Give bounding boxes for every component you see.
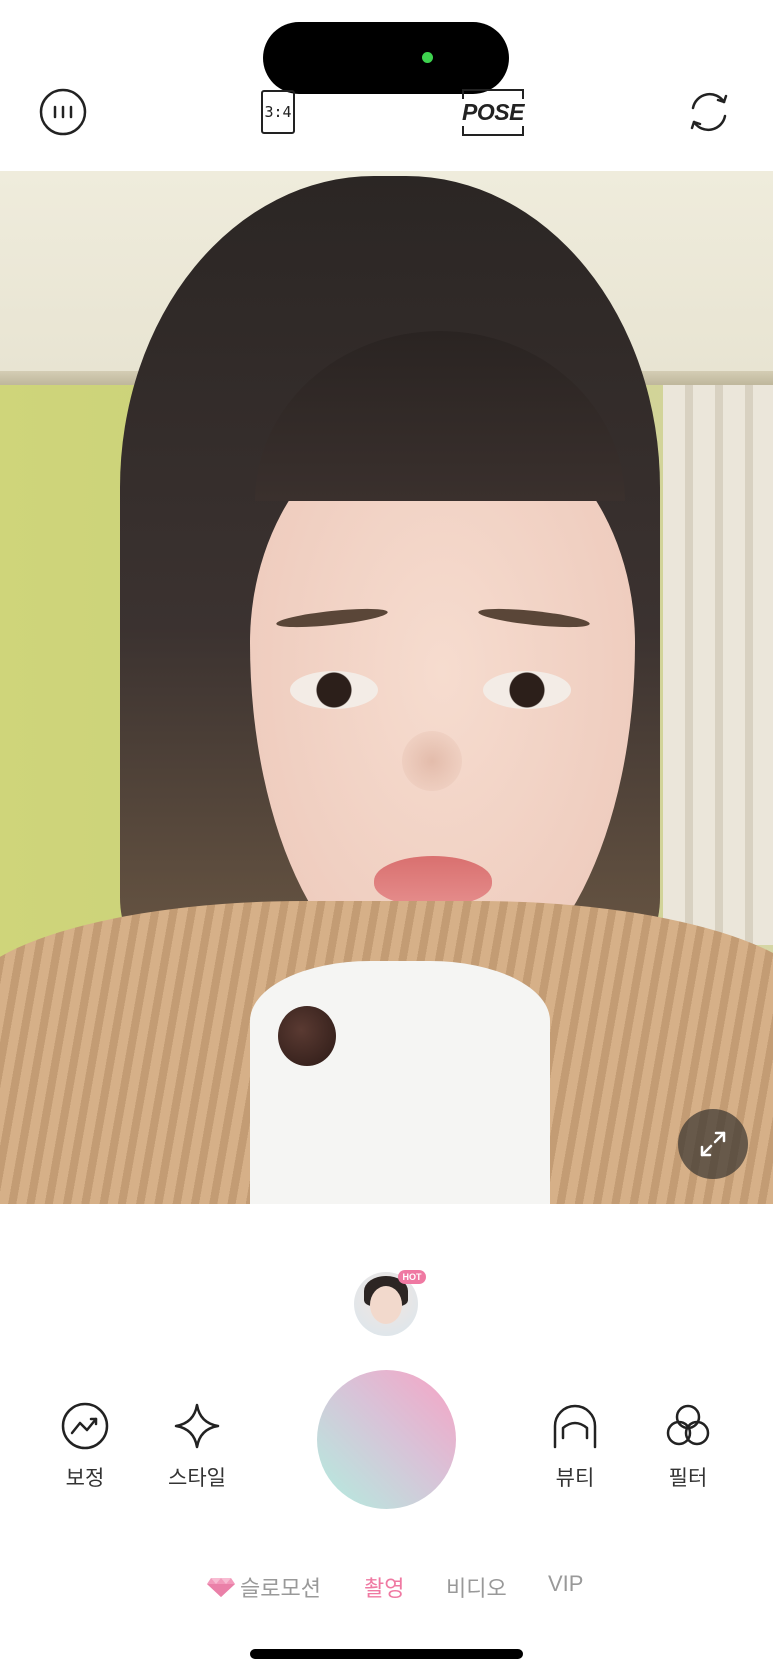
camera-preview[interactable] (0, 171, 773, 1204)
beauty-label: 뷰티 (555, 1466, 595, 1490)
shutter-button[interactable] (317, 1370, 456, 1509)
subject-lips (374, 856, 492, 906)
camera-switch-button[interactable] (680, 84, 738, 140)
retouch-icon (61, 1402, 109, 1450)
vip-gem-icon (207, 1578, 235, 1597)
menu-icon (39, 88, 87, 136)
sticker-thumbnail-face (370, 1286, 402, 1324)
hot-badge: HOT (398, 1270, 426, 1284)
style-label: 스타일 (168, 1466, 226, 1490)
pose-button[interactable]: POSE (460, 84, 526, 140)
tab-vip[interactable]: VIP (548, 1571, 583, 1597)
edit-button[interactable]: 보정 (40, 1396, 130, 1492)
tab-slow-motion-label: 슬로모션 (240, 1577, 321, 1602)
home-indicator[interactable] (250, 1649, 523, 1659)
subject-eye (290, 671, 378, 709)
subject-nose (402, 731, 462, 791)
sweater-button (278, 1006, 336, 1066)
tab-photo[interactable]: 촬영 (364, 1571, 404, 1603)
subject-eye (483, 671, 571, 709)
aspect-ratio-button[interactable]: 3:4 (254, 84, 302, 140)
sparkle-icon (174, 1403, 220, 1449)
beauty-face-icon (553, 1404, 597, 1449)
fullscreen-button[interactable] (678, 1109, 748, 1179)
pose-label: POSE (460, 88, 526, 136)
menu-button[interactable] (35, 84, 91, 140)
edit-label: 보정 (65, 1466, 105, 1490)
aspect-ratio-label: 3:4 (261, 90, 295, 134)
filter-label: 필터 (668, 1466, 708, 1490)
style-button[interactable]: 스타일 (152, 1396, 242, 1492)
subject-tshirt (250, 961, 550, 1204)
background-curtain (663, 385, 773, 945)
mode-tabs: 슬로모션 촬영 비디오 VIP (0, 1571, 773, 1611)
camera-switch-icon (690, 92, 728, 132)
filter-icon (666, 1404, 710, 1446)
camera-in-use-indicator (422, 52, 433, 63)
expand-icon (700, 1131, 726, 1157)
beauty-button[interactable]: 뷰티 (530, 1396, 620, 1492)
filter-button[interactable]: 필터 (643, 1396, 733, 1492)
tab-slow-motion[interactable]: 슬로모션 (206, 1571, 321, 1603)
tab-video[interactable]: 비디오 (446, 1571, 507, 1603)
